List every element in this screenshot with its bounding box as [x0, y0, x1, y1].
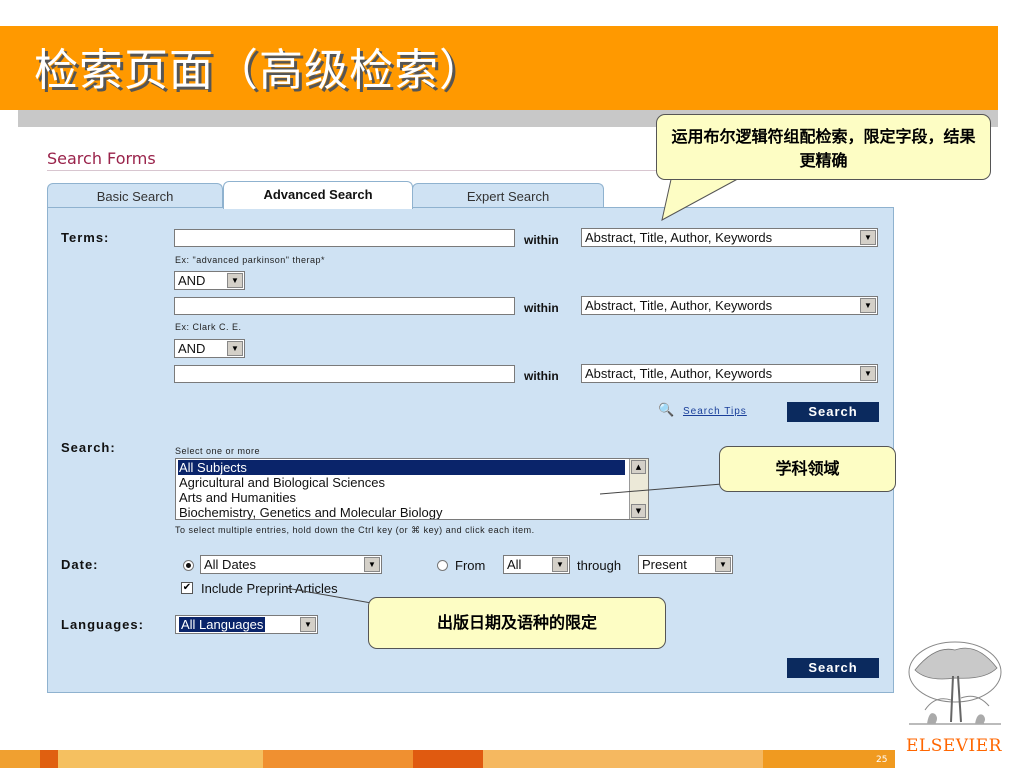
subject-option[interactable]: Biochemistry, Genetics and Molecular Bio… [179, 505, 443, 519]
callout-subject-area: 学科领域 [719, 446, 896, 492]
term-input-2[interactable] [174, 297, 515, 315]
footer-bar-segment [58, 750, 263, 768]
search-tips-link[interactable]: Search Tips [683, 406, 747, 417]
callout-date-language: 出版日期及语种的限定 [368, 597, 666, 649]
subject-search-label: Search: [61, 440, 116, 455]
search-forms-title: Search Forms [47, 149, 156, 168]
operator-select-2-value: AND [178, 341, 206, 356]
dropdown-arrow-icon: ▼ [300, 617, 316, 632]
field-select-1-value: Abstract, Title, Author, Keywords [585, 230, 773, 245]
date-from-select[interactable]: All ▼ [503, 555, 570, 574]
operator-select-2[interactable]: AND ▼ [174, 339, 245, 358]
page-number: 25 [876, 755, 888, 765]
callout-boolean-logic: 运用布尔逻辑符组配检索，限定字段，结果更精确 [656, 114, 991, 180]
scroll-up-icon[interactable]: ▲ [631, 460, 646, 474]
dropdown-arrow-icon: ▼ [552, 557, 568, 572]
date-label: Date: [61, 557, 99, 572]
footer-bar-segment [263, 750, 413, 768]
operator-select-1-value: AND [178, 273, 206, 288]
dropdown-arrow-icon: ▼ [860, 366, 876, 381]
within-label-3: within [524, 369, 559, 383]
date-range-select[interactable]: All Dates ▼ [200, 555, 382, 574]
terms-label: Terms: [61, 230, 110, 245]
search-button-bottom[interactable]: Search [787, 658, 879, 678]
dropdown-arrow-icon: ▼ [227, 273, 243, 288]
date-from-radio[interactable] [437, 560, 448, 571]
languages-select-value: All Languages [179, 617, 266, 632]
date-through-select-value: Present [642, 557, 687, 572]
subject-option[interactable]: Agricultural and Biological Sciences [179, 475, 385, 490]
field-select-2-value: Abstract, Title, Author, Keywords [585, 298, 773, 313]
search-tips-icon[interactable]: 🔍 [658, 403, 676, 419]
preprint-label: Include Preprint Articles [201, 581, 338, 596]
term-example-1: Ex: "advanced parkinson" therap* [175, 255, 325, 265]
tab-advanced-search[interactable]: Advanced Search [223, 181, 413, 209]
subject-multi-select-hint: To select multiple entries, hold down th… [175, 525, 535, 535]
subject-option[interactable]: All Subjects [178, 460, 625, 475]
field-select-1[interactable]: Abstract, Title, Author, Keywords ▼ [581, 228, 878, 247]
term-input-1[interactable] [174, 229, 515, 247]
date-range-radio[interactable] [183, 560, 194, 571]
field-select-3-value: Abstract, Title, Author, Keywords [585, 366, 773, 381]
subject-option[interactable]: Arts and Humanities [179, 490, 296, 505]
page-title: 检索页面（高级检索） [34, 45, 484, 96]
subject-listbox-scrollbar[interactable]: ▲ ▼ [629, 459, 648, 519]
scroll-down-icon[interactable]: ▼ [631, 504, 646, 518]
tab-expert-search[interactable]: Expert Search [412, 183, 604, 208]
date-from-label: From [455, 558, 486, 573]
term-example-2: Ex: Clark C. E. [175, 322, 242, 332]
footer-bar-segment [0, 750, 40, 768]
date-through-select[interactable]: Present ▼ [638, 555, 733, 574]
tab-basic-search[interactable]: Basic Search [47, 183, 223, 208]
footer-bar-segment [413, 750, 483, 768]
field-select-3[interactable]: Abstract, Title, Author, Keywords ▼ [581, 364, 878, 383]
dropdown-arrow-icon: ▼ [227, 341, 243, 356]
search-button-top[interactable]: Search [787, 402, 879, 422]
term-input-3[interactable] [174, 365, 515, 383]
elsevier-logo-text: ELSEVIER [906, 736, 1002, 756]
date-from-select-value: All [507, 557, 522, 572]
elsevier-tree-logo [908, 641, 1002, 725]
date-through-label: through [577, 558, 622, 573]
dropdown-arrow-icon: ▼ [860, 298, 876, 313]
dropdown-arrow-icon: ▼ [860, 230, 876, 245]
operator-select-1[interactable]: AND ▼ [174, 271, 245, 290]
date-range-select-value: All Dates [204, 557, 257, 572]
dropdown-arrow-icon: ▼ [364, 557, 380, 572]
dropdown-arrow-icon: ▼ [715, 557, 731, 572]
within-label-1: within [524, 233, 559, 247]
languages-select[interactable]: All Languages ▼ [175, 615, 318, 634]
within-label-2: within [524, 301, 559, 315]
subject-select-hint: Select one or more [175, 446, 261, 456]
field-select-2[interactable]: Abstract, Title, Author, Keywords ▼ [581, 296, 878, 315]
footer-bar-segment [40, 750, 58, 768]
preprint-checkbox[interactable]: ✔ [181, 582, 193, 594]
subject-listbox[interactable]: All Subjects Agricultural and Biological… [175, 458, 649, 520]
languages-label: Languages: [61, 617, 144, 632]
footer-bar-segment [483, 750, 763, 768]
